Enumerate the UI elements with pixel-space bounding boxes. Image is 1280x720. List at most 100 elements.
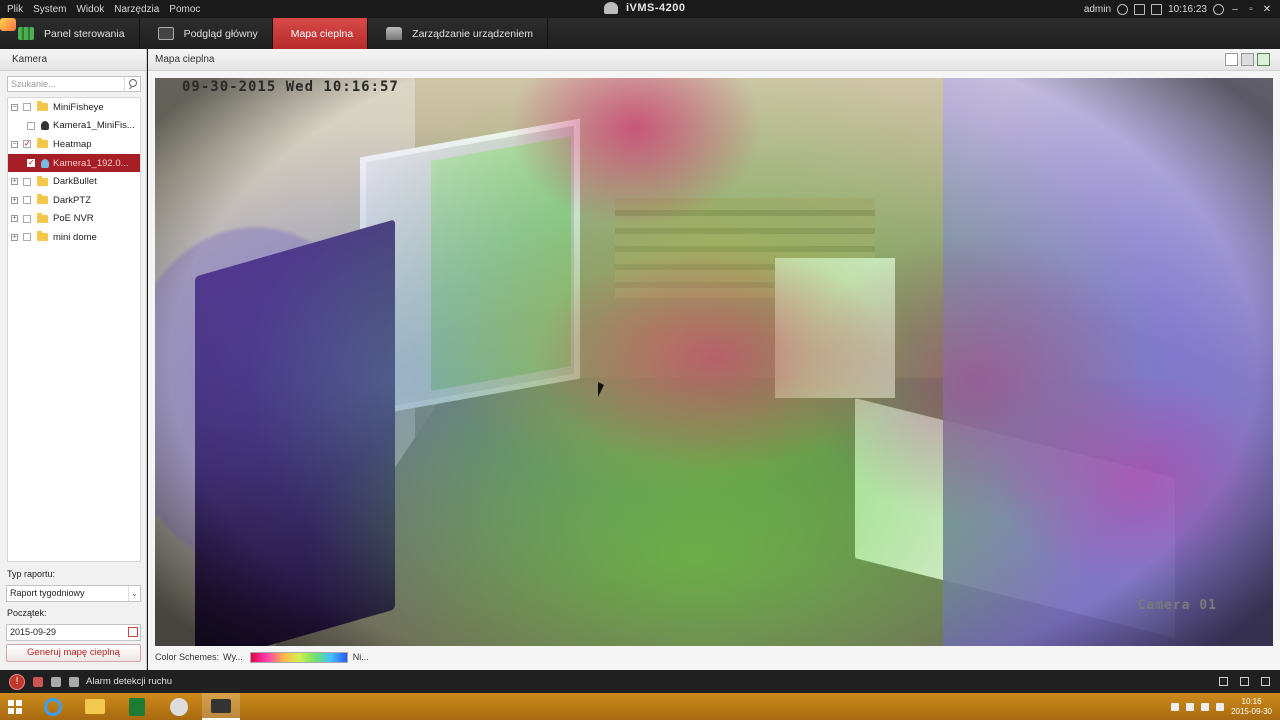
report-type-value: Raport tygodniowy <box>10 588 85 598</box>
search-icon[interactable] <box>124 77 140 91</box>
menu-system[interactable]: System <box>33 4 66 15</box>
tree-node-darkbullet[interactable]: + DarkBullet <box>8 172 140 191</box>
tree-node-label: DarkBullet <box>53 176 97 188</box>
tree-node-label: Heatmap <box>53 138 92 150</box>
clock-time: 10:16 <box>1241 696 1262 706</box>
clock-date: 2015-09-30 <box>1231 706 1272 716</box>
internet-explorer-icon <box>44 697 62 716</box>
tree-checkbox-checked[interactable]: ✓ <box>23 140 31 149</box>
camera-icon <box>41 158 49 168</box>
start-button[interactable] <box>0 693 30 720</box>
collapse-panel-icon[interactable] <box>1261 677 1270 686</box>
tree-node-darkptz[interactable]: + DarkPTZ <box>8 191 140 210</box>
tab-device-management[interactable]: Zarządzanie urządzeniem <box>368 18 548 49</box>
calendar-icon[interactable] <box>128 627 138 637</box>
tree-node-heatmap[interactable]: − ✓ Heatmap <box>8 135 140 154</box>
tree-checkbox[interactable] <box>23 214 31 223</box>
menu-narzedzia[interactable]: Narzędzia <box>114 4 159 15</box>
menu-pomoc[interactable]: Pomoc <box>169 4 200 15</box>
close-button[interactable]: ✕ <box>1262 4 1272 15</box>
tree-node-mini-dome[interactable]: + mini dome <box>8 228 140 247</box>
heatmap-video-frame[interactable]: 09-30-2015 Wed 10:16:57 Camera 01 <box>155 78 1273 646</box>
alarm-warning-icon[interactable]: ! <box>9 673 25 690</box>
menu-list: Plik System Widok Narzędzia Pomoc <box>0 4 200 15</box>
globe-icon[interactable] <box>1117 3 1129 15</box>
taskbar-clock[interactable]: 10:16 2015-09-30 <box>1231 697 1272 717</box>
expand-icon[interactable]: + <box>11 233 18 241</box>
help-icon[interactable] <box>1213 3 1224 15</box>
chevron-down-icon[interactable]: ⌄ <box>128 586 140 601</box>
volume-icon[interactable] <box>1216 702 1225 711</box>
alarm-sound-icon[interactable] <box>33 676 43 687</box>
control-panel-icon <box>18 27 34 40</box>
color-high-label: Wy... <box>223 652 243 662</box>
title-right-area: admin 10:16:23 – ▫ ✕ <box>1084 0 1272 18</box>
tree-node-camera-heatmap[interactable]: ✓ Kamera1_192.0... <box>8 153 140 173</box>
expand-panel-icon[interactable] <box>1240 677 1249 686</box>
taskbar-ivms[interactable] <box>202 693 240 720</box>
windows-logo-icon <box>8 699 22 714</box>
folder-icon <box>37 175 48 186</box>
tab-heatmap[interactable]: Mapa cieplna <box>0 18 369 49</box>
mouse-cursor-icon <box>598 382 604 397</box>
ivms-icon <box>211 698 231 713</box>
expand-icon[interactable]: + <box>11 178 18 186</box>
taskbar-paint[interactable] <box>160 693 198 720</box>
maximize-button[interactable]: ▫ <box>1246 4 1256 15</box>
tree-node-label: mini dome <box>53 231 97 243</box>
color-schemes-label: Color Schemes: <box>155 652 220 662</box>
username[interactable]: admin <box>1084 4 1111 15</box>
tree-node-label: Kamera1_192.0... <box>53 157 129 169</box>
device-management-icon <box>386 27 403 40</box>
collapse-icon[interactable]: − <box>11 103 18 111</box>
tray-arrow-icon[interactable] <box>1171 702 1180 711</box>
system-time: 10:16:23 <box>1168 3 1207 15</box>
report-type-select[interactable]: Raport tygodniowy ⌄ <box>6 585 141 602</box>
taskbar-file-explorer[interactable] <box>76 693 114 720</box>
tree-checkbox[interactable] <box>23 233 31 242</box>
speaker-icon[interactable] <box>51 676 61 687</box>
camera-panel: Kamera Szukanie... − MiniFisheye Kamera1… <box>0 49 147 670</box>
file-explorer-icon <box>85 699 105 714</box>
flag-icon[interactable] <box>1186 702 1195 711</box>
menu-bar: Plik System Widok Narzędzia Pomoc iVMS-4… <box>0 0 1280 18</box>
tab-control-panel[interactable]: Panel sterowania <box>0 18 140 49</box>
module-tab-bar: Panel sterowania Podgląd główny Mapa cie… <box>0 18 1280 49</box>
menu-widok[interactable]: Widok <box>76 4 104 15</box>
mute-icon[interactable] <box>69 676 79 687</box>
alarm-text: Alarm detekcji ruchu <box>86 676 173 687</box>
taskbar-excel[interactable] <box>118 693 156 720</box>
image-view-icon[interactable] <box>1241 53 1254 66</box>
message-icon[interactable] <box>1134 3 1146 15</box>
start-date-value: 2015-09-29 <box>10 627 57 637</box>
network-icon[interactable] <box>1201 702 1210 711</box>
tree-checkbox-checked[interactable]: ✓ <box>27 159 35 168</box>
camera-search-input[interactable]: Szukanie... <box>7 76 141 92</box>
main-view-icon <box>157 27 174 40</box>
tree-checkbox[interactable] <box>23 196 31 205</box>
tree-node-label: MiniFisheye <box>53 101 104 113</box>
tree-node-poe-nvr[interactable]: + PoE NVR <box>8 210 140 229</box>
expand-icon[interactable]: + <box>11 215 18 223</box>
view-buttons <box>1225 53 1270 66</box>
tree-checkbox[interactable] <box>23 103 31 112</box>
minimize-button[interactable]: – <box>1230 4 1240 15</box>
generate-heatmap-button[interactable]: Generuj mapę cieplną <box>6 644 141 662</box>
expand-icon[interactable]: + <box>11 196 18 204</box>
taskbar-internet-explorer[interactable] <box>34 693 72 720</box>
tree-checkbox[interactable] <box>23 177 31 186</box>
fisheye-vignette <box>155 78 1273 646</box>
export-excel-icon[interactable] <box>1257 53 1270 66</box>
folder-icon <box>37 212 48 223</box>
menu-plik[interactable]: Plik <box>7 4 23 15</box>
tree-checkbox[interactable] <box>27 121 35 130</box>
pin-icon[interactable] <box>1219 677 1228 686</box>
chart-view-icon[interactable] <box>1225 53 1238 66</box>
start-date-input[interactable]: 2015-09-29 <box>6 624 141 641</box>
lock-icon[interactable] <box>1151 3 1163 15</box>
tab-main-view[interactable]: Podgląd główny <box>140 18 273 49</box>
collapse-icon[interactable]: − <box>11 140 18 148</box>
paint-icon <box>170 697 188 716</box>
tree-node-minifisheye[interactable]: − MiniFisheye <box>8 98 140 117</box>
tree-node-camera-minifisheye[interactable]: Kamera1_MiniFis... <box>8 117 140 136</box>
